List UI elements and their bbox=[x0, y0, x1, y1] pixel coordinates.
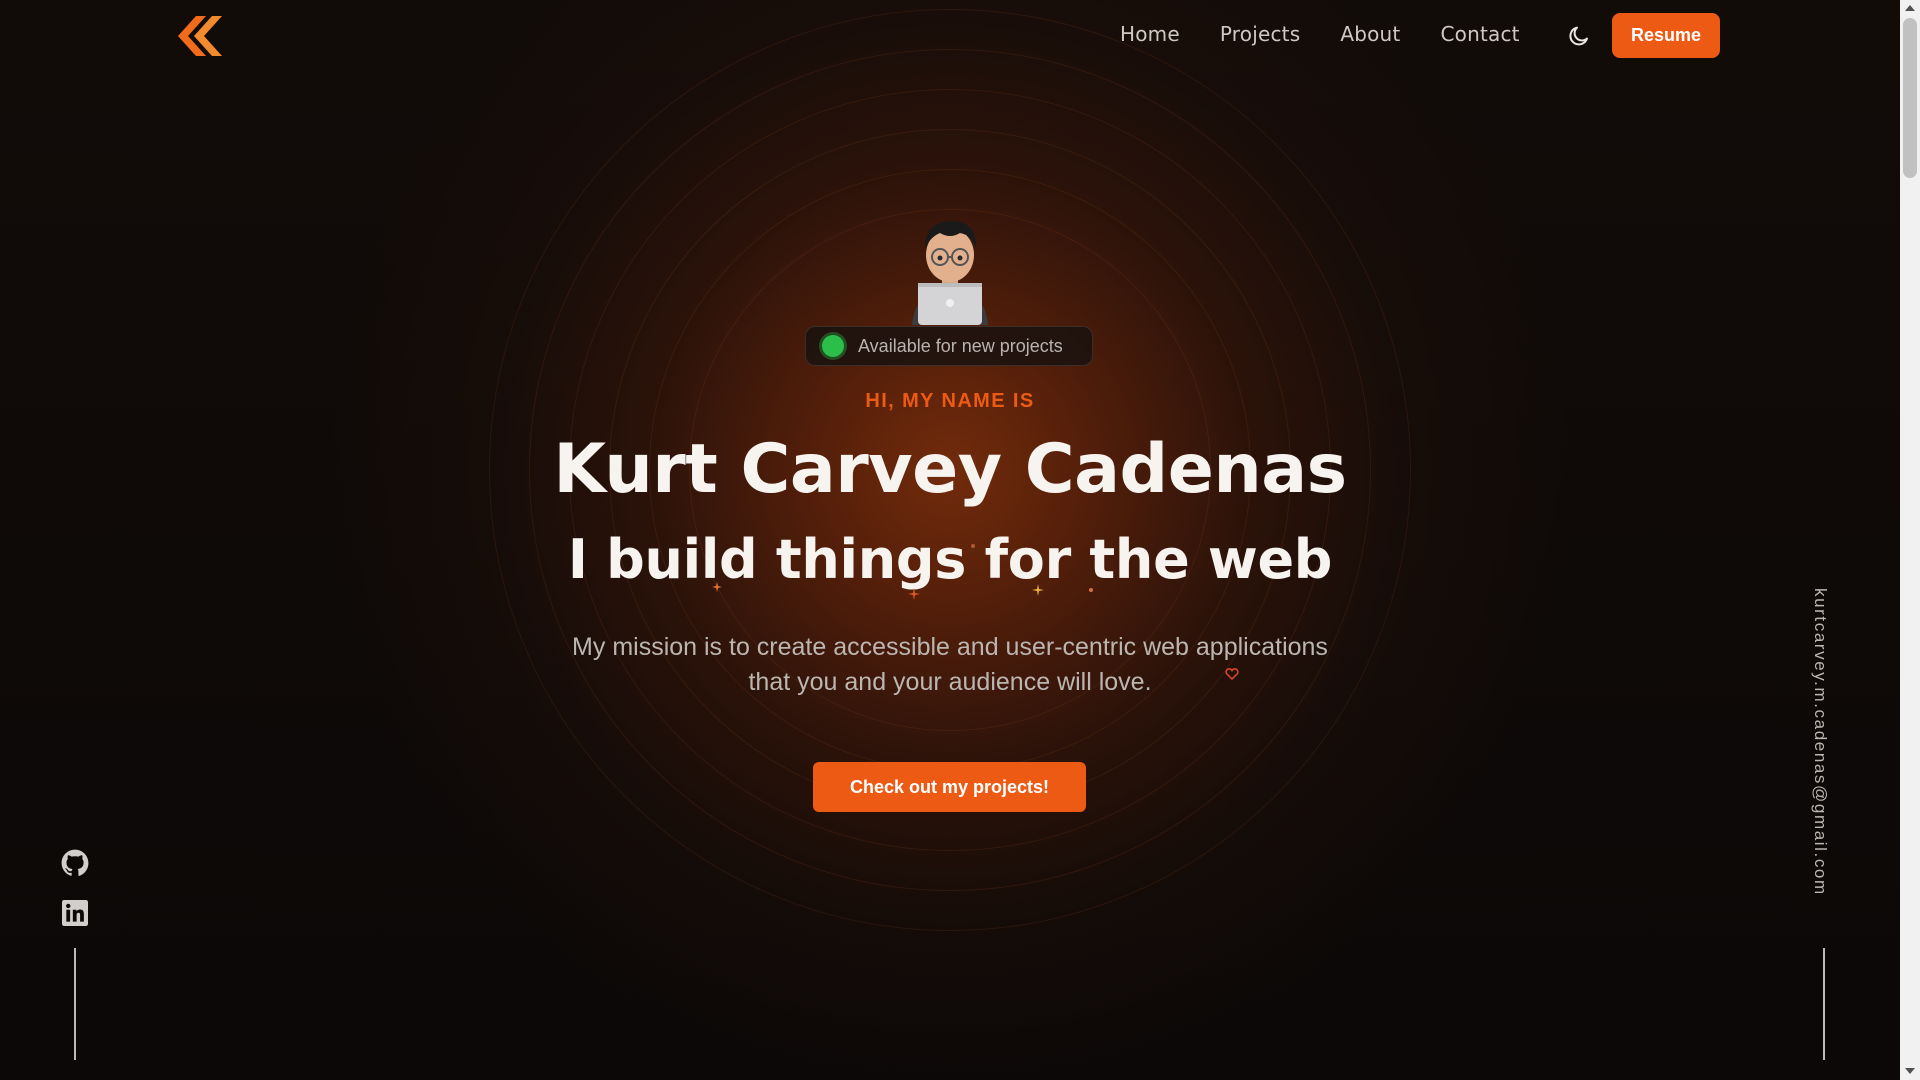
linkedin-link[interactable] bbox=[60, 898, 90, 928]
hero-mission: My mission is to create accessible and u… bbox=[572, 633, 1328, 696]
availability-badge: Available for new projects bbox=[805, 326, 1093, 366]
k-chevron-logo-icon bbox=[178, 16, 222, 56]
moon-icon bbox=[1569, 26, 1588, 46]
hero-tagline: I build things for the web bbox=[567, 528, 1333, 591]
hero-intro: HI, MY NAME IS bbox=[865, 390, 1035, 412]
left-divider-line bbox=[74, 948, 76, 1060]
email-link[interactable]: kurtcarvey.m.cadenas@gmail.com bbox=[1810, 588, 1830, 896]
sparkle-icon bbox=[1032, 584, 1044, 596]
status-dot bbox=[822, 335, 844, 357]
scroll-up-arrow-icon[interactable] bbox=[1905, 5, 1915, 11]
availability-text: Available for new projects bbox=[858, 335, 1063, 356]
hero-name: Kurt Carvey Cadenas bbox=[553, 430, 1347, 509]
sparkle-icon bbox=[908, 588, 920, 600]
scrollbar[interactable] bbox=[1900, 0, 1920, 1080]
logo-link[interactable] bbox=[178, 14, 226, 58]
github-icon bbox=[61, 849, 89, 876]
nav-about-link[interactable]: About bbox=[1340, 22, 1400, 46]
linkedin-icon bbox=[62, 900, 88, 926]
github-link[interactable] bbox=[60, 848, 90, 878]
nav-projects-link[interactable]: Projects bbox=[1220, 22, 1300, 46]
heart-icon bbox=[1225, 668, 1239, 680]
avatar bbox=[900, 205, 1000, 325]
scrollbar-thumb[interactable] bbox=[1903, 18, 1917, 178]
nav-contact-link[interactable]: Contact bbox=[1440, 22, 1519, 46]
theme-toggle-button[interactable] bbox=[1566, 23, 1592, 49]
check-projects-button[interactable]: Check out my projects! bbox=[813, 762, 1086, 812]
scroll-down-arrow-icon[interactable] bbox=[1905, 1068, 1915, 1074]
right-divider-line bbox=[1823, 948, 1825, 1060]
main-nav: Home Projects About Contact bbox=[1120, 22, 1520, 46]
sparkle-icon bbox=[971, 544, 975, 548]
resume-button[interactable]: Resume bbox=[1612, 13, 1720, 58]
sparkle-icon bbox=[1089, 588, 1093, 592]
nav-home-link[interactable]: Home bbox=[1120, 22, 1180, 46]
page-viewport: Home Projects About Contact Resume Avail… bbox=[0, 0, 1900, 1080]
sparkle-icon bbox=[712, 582, 722, 592]
